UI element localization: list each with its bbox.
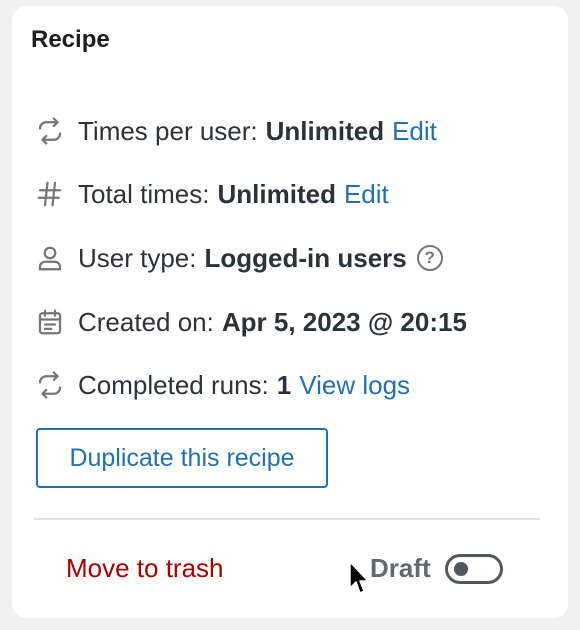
calendar-icon <box>34 306 66 338</box>
recipe-status: Draft <box>370 553 503 584</box>
repeat-icon <box>34 369 66 401</box>
created-on-label: Created on: <box>78 306 214 337</box>
user-icon <box>34 242 66 274</box>
hash-icon <box>34 178 66 210</box>
completed-runs-row: Completed runs: 1 View logs <box>34 365 410 405</box>
divider <box>34 518 540 520</box>
completed-runs-label: Completed runs: <box>78 369 269 400</box>
duplicate-recipe-button[interactable]: Duplicate this recipe <box>36 428 328 488</box>
user-type-row: User type: Logged-in users ? <box>34 238 443 278</box>
recipe-panel: Recipe Times per user: Unlimited Edit To… <box>12 6 568 618</box>
view-logs-link[interactable]: View logs <box>299 370 410 401</box>
times-per-user-value: Unlimited <box>265 115 385 146</box>
completed-runs-value: 1 <box>276 369 292 400</box>
move-to-trash-link[interactable]: Move to trash <box>66 553 224 584</box>
panel-title: Recipe <box>31 26 110 53</box>
status-label: Draft <box>370 553 431 583</box>
created-on-row: Created on: Apr 5, 2023 @ 20:15 <box>34 302 475 342</box>
created-on-value: Apr 5, 2023 @ 20:15 <box>221 306 467 337</box>
mouse-cursor-icon <box>349 561 369 594</box>
help-icon[interactable]: ? <box>416 245 443 271</box>
toggle-knob <box>453 561 468 576</box>
times-per-user-label: Times per user: <box>78 115 258 146</box>
total-times-value: Unlimited <box>217 178 336 209</box>
edit-times-per-user-link[interactable]: Edit <box>392 116 437 147</box>
user-type-label: User type: <box>78 242 197 273</box>
times-per-user-row: Times per user: Unlimited Edit <box>34 111 437 151</box>
total-times-label: Total times: <box>78 178 210 209</box>
status-toggle[interactable] <box>444 553 503 584</box>
total-times-row: Total times: Unlimited Edit <box>34 174 389 214</box>
edit-total-times-link[interactable]: Edit <box>344 179 389 210</box>
repeat-icon <box>34 115 66 147</box>
user-type-value: Logged-in users <box>204 242 407 273</box>
